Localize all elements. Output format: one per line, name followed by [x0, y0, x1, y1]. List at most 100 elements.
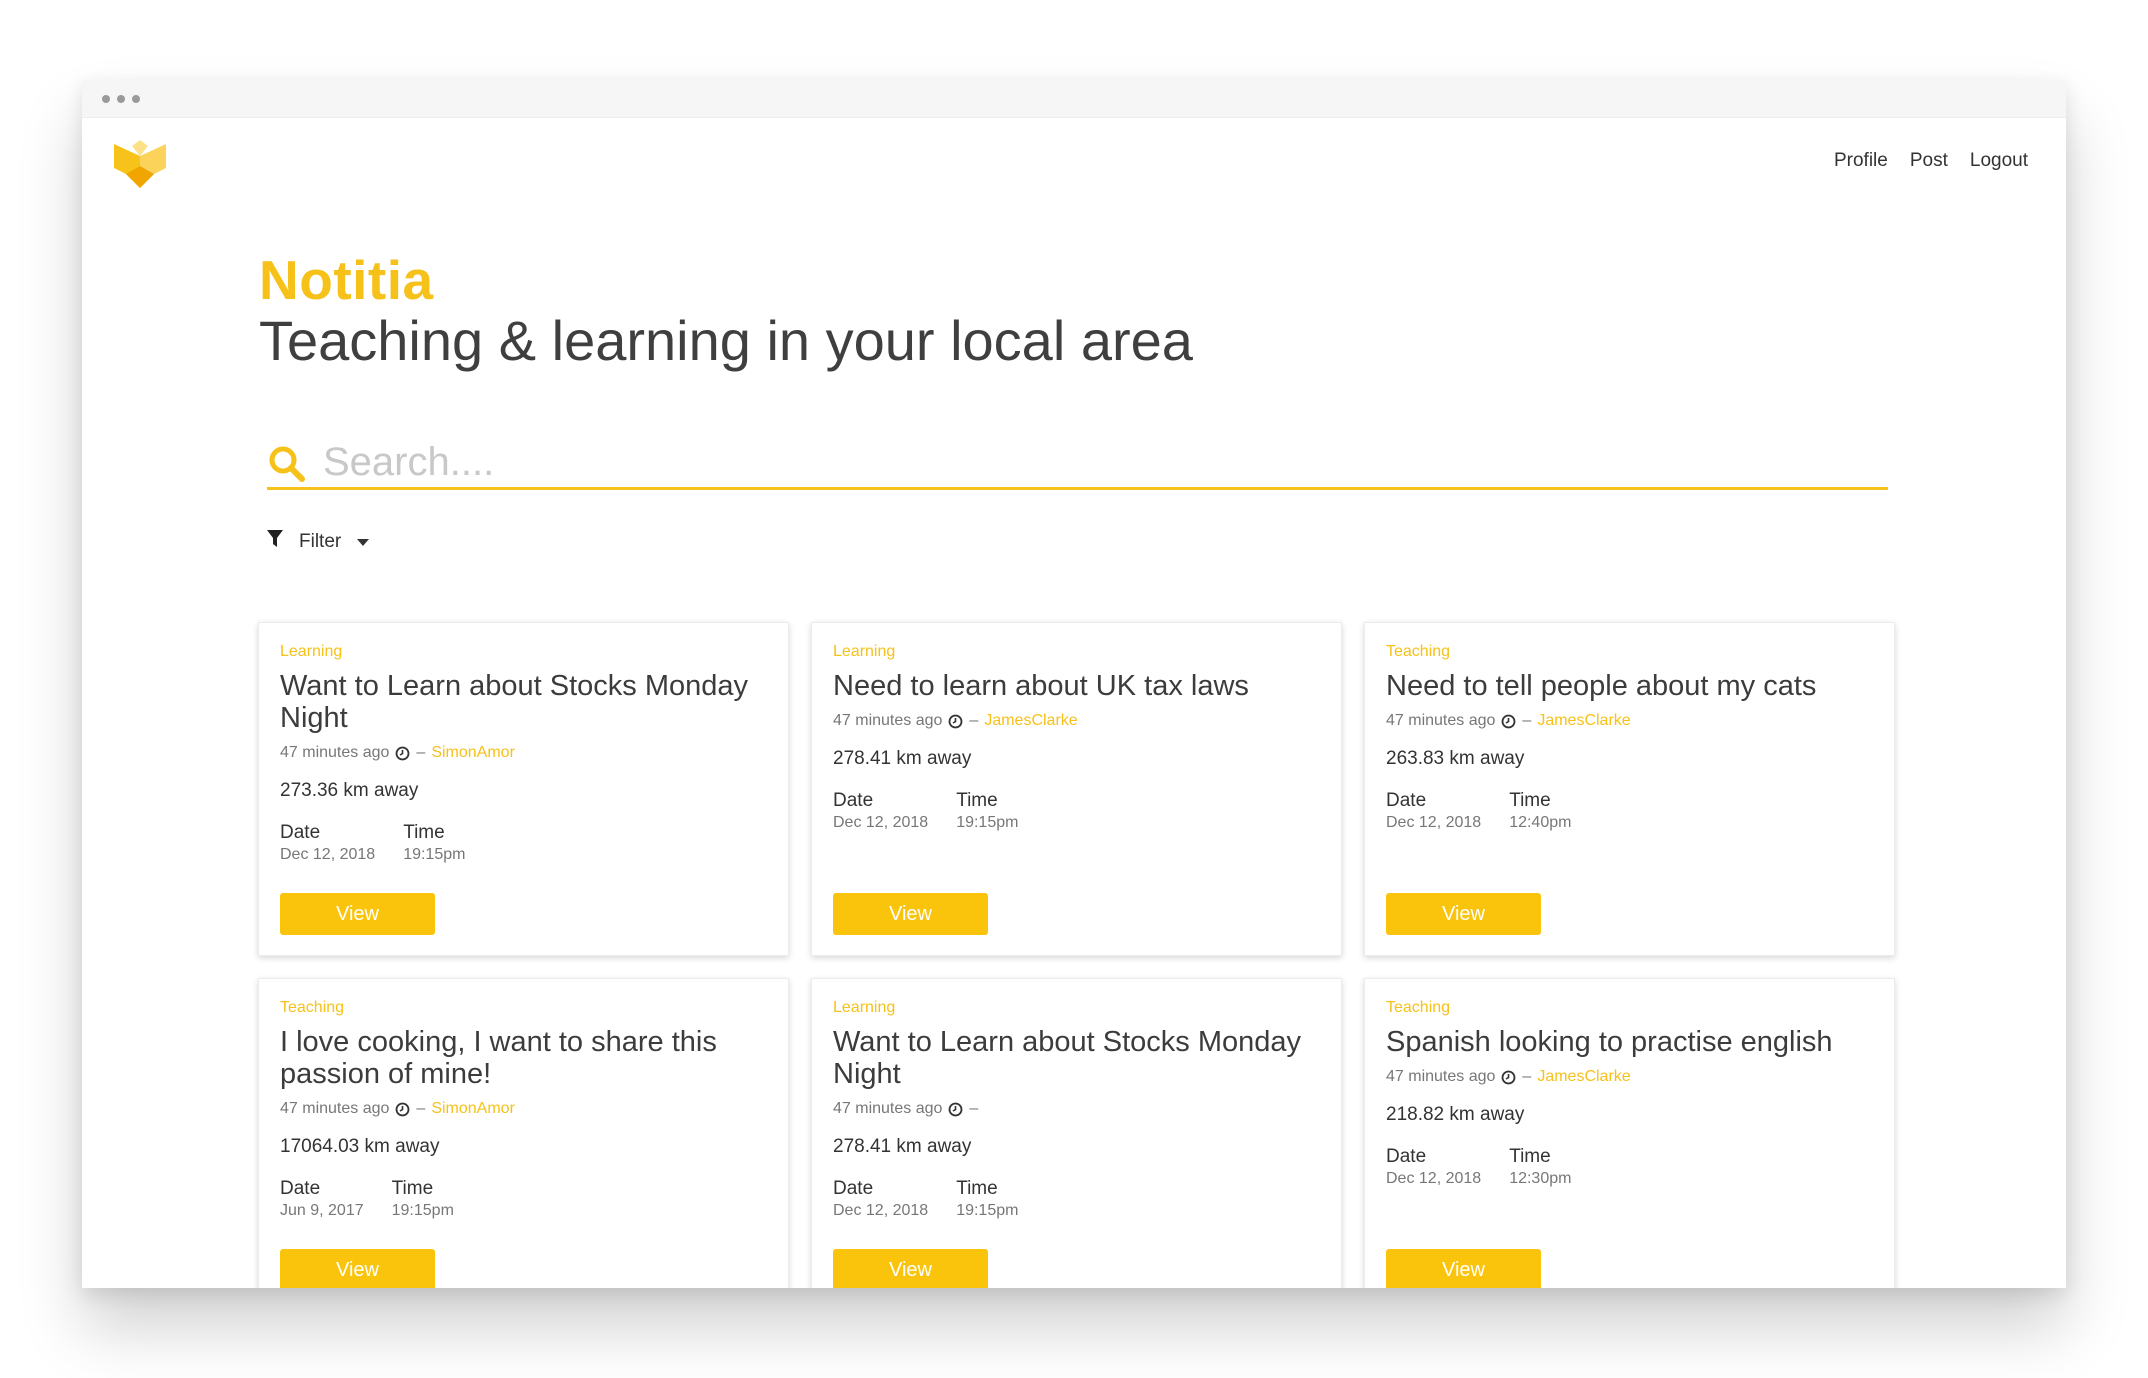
date-label: Date	[1386, 1146, 1427, 1167]
view-button[interactable]: View	[280, 893, 435, 935]
clock-icon	[1501, 1070, 1516, 1085]
date-label: Date	[1386, 790, 1427, 811]
meta-separator: –	[416, 1100, 426, 1117]
time-label: Time	[1509, 790, 1551, 811]
time-value: 19:15pm	[956, 814, 1019, 831]
post-author-link[interactable]: JamesClarke	[1537, 712, 1630, 730]
post-title: Want to Learn about Stocks Monday Night	[833, 1026, 1302, 1090]
browser-window: Profile Post Logout Notitia Teaching & l…	[82, 80, 2066, 1288]
window-titlebar	[82, 80, 2066, 118]
post-datetime: Date Dec 12, 2018 Time 19:15pm	[833, 790, 1320, 832]
date-label: Date	[833, 790, 874, 811]
post-tag: Learning	[833, 999, 896, 1016]
post-tag: Learning	[833, 643, 896, 660]
post-distance: 278.41 km away	[833, 1136, 972, 1157]
window-dot[interactable]	[132, 95, 140, 103]
window-dot[interactable]	[102, 95, 110, 103]
post-card: Learning Need to learn about UK tax laws…	[811, 622, 1342, 956]
post-card: Learning Want to Learn about Stocks Mond…	[258, 622, 789, 956]
top-nav: Profile Post Logout	[1834, 150, 2028, 172]
book-logo-icon[interactable]	[112, 140, 168, 192]
post-tag: Learning	[280, 643, 343, 660]
post-title: Want to Learn about Stocks Monday Night	[280, 670, 749, 734]
time-label: Time	[956, 1178, 998, 1199]
filter-label: Filter	[299, 531, 342, 552]
post-datetime: Date Dec 12, 2018 Time 19:15pm	[280, 822, 767, 864]
clock-icon	[948, 714, 963, 729]
brand-title: Notitia	[259, 249, 434, 311]
date-value: Dec 12, 2018	[1386, 1170, 1482, 1187]
post-card: Teaching Spanish looking to practise eng…	[1364, 978, 1895, 1288]
post-author-link[interactable]: SimonAmor	[431, 1100, 515, 1118]
post-tag: Teaching	[1386, 643, 1451, 660]
time-value: 19:15pm	[403, 846, 466, 863]
post-distance: 263.83 km away	[1386, 748, 1525, 769]
date-label: Date	[833, 1178, 874, 1199]
post-distance: 218.82 km away	[1386, 1104, 1525, 1125]
post-card: Teaching Need to tell people about my ca…	[1364, 622, 1895, 956]
time-label: Time	[391, 1178, 434, 1199]
window-dot[interactable]	[117, 95, 125, 103]
post-distance: 273.36 km away	[280, 780, 419, 801]
nav-profile-link[interactable]: Profile	[1834, 150, 1888, 172]
meta-separator: –	[1522, 1068, 1532, 1085]
view-button[interactable]: View	[1386, 1249, 1541, 1288]
post-datetime: Date Dec 12, 2018 Time 12:40pm	[1386, 790, 1873, 832]
date-label: Date	[280, 1178, 321, 1199]
date-value: Dec 12, 2018	[833, 814, 929, 831]
post-title: Spanish looking to practise english	[1386, 1026, 1833, 1058]
date-value: Dec 12, 2018	[1386, 814, 1482, 831]
clock-icon	[395, 1102, 410, 1117]
filter-funnel-icon	[267, 530, 283, 554]
post-meta: 47 minutes ago – SimonAmor	[280, 1100, 767, 1118]
search-input[interactable]	[323, 438, 1863, 486]
post-tag: Teaching	[280, 999, 345, 1016]
post-time-ago: 47 minutes ago	[1386, 1068, 1496, 1085]
post-datetime: Date Jun 9, 2017 Time 19:15pm	[280, 1178, 767, 1220]
date-label: Date	[280, 822, 321, 843]
nav-logout-link[interactable]: Logout	[1970, 150, 2028, 172]
time-value: 19:15pm	[956, 1202, 1019, 1219]
meta-separator: –	[416, 744, 426, 761]
filter-dropdown[interactable]: Filter	[267, 530, 370, 554]
view-button[interactable]: View	[280, 1249, 435, 1288]
post-time-ago: 47 minutes ago	[833, 1100, 943, 1117]
view-button[interactable]: View	[833, 893, 988, 935]
date-value: Jun 9, 2017	[280, 1202, 364, 1219]
time-value: 12:30pm	[1509, 1170, 1572, 1187]
post-author-link[interactable]: JamesClarke	[984, 712, 1077, 730]
post-meta: 47 minutes ago – JamesClarke	[833, 712, 1320, 730]
meta-separator: –	[969, 712, 979, 729]
time-value: 19:15pm	[391, 1202, 454, 1219]
date-value: Dec 12, 2018	[280, 846, 376, 863]
nav-post-link[interactable]: Post	[1910, 150, 1948, 172]
window-controls	[102, 95, 140, 103]
post-card-grid: Learning Want to Learn about Stocks Mond…	[258, 622, 1895, 1288]
search-bar	[267, 438, 1888, 490]
post-card: Teaching I love cooking, I want to share…	[258, 978, 789, 1288]
view-button[interactable]: View	[1386, 893, 1541, 935]
page-tagline: Teaching & learning in your local area	[259, 309, 1193, 372]
clock-icon	[948, 1102, 963, 1117]
search-icon[interactable]	[267, 444, 307, 484]
time-value: 12:40pm	[1509, 814, 1572, 831]
time-label: Time	[956, 790, 998, 811]
post-author-link[interactable]: SimonAmor	[431, 744, 515, 762]
post-datetime: Date Dec 12, 2018 Time 12:30pm	[1386, 1146, 1873, 1188]
post-title: Need to tell people about my cats	[1386, 670, 1817, 702]
post-time-ago: 47 minutes ago	[280, 744, 390, 761]
post-distance: 278.41 km away	[833, 748, 972, 769]
post-title: Need to learn about UK tax laws	[833, 670, 1249, 702]
post-time-ago: 47 minutes ago	[1386, 712, 1496, 729]
post-datetime: Date Dec 12, 2018 Time 19:15pm	[833, 1178, 1320, 1220]
post-author-link[interactable]: JamesClarke	[1537, 1068, 1630, 1086]
post-meta: 47 minutes ago – SimonAmor	[280, 744, 767, 762]
time-label: Time	[403, 822, 445, 843]
screenshot-stage: Profile Post Logout Notitia Teaching & l…	[0, 0, 2148, 1378]
date-value: Dec 12, 2018	[833, 1202, 929, 1219]
post-meta: 47 minutes ago – JamesClarke	[1386, 712, 1873, 730]
post-tag: Teaching	[1386, 999, 1451, 1016]
view-button[interactable]: View	[833, 1249, 988, 1288]
time-label: Time	[1509, 1146, 1551, 1167]
post-time-ago: 47 minutes ago	[280, 1100, 390, 1117]
